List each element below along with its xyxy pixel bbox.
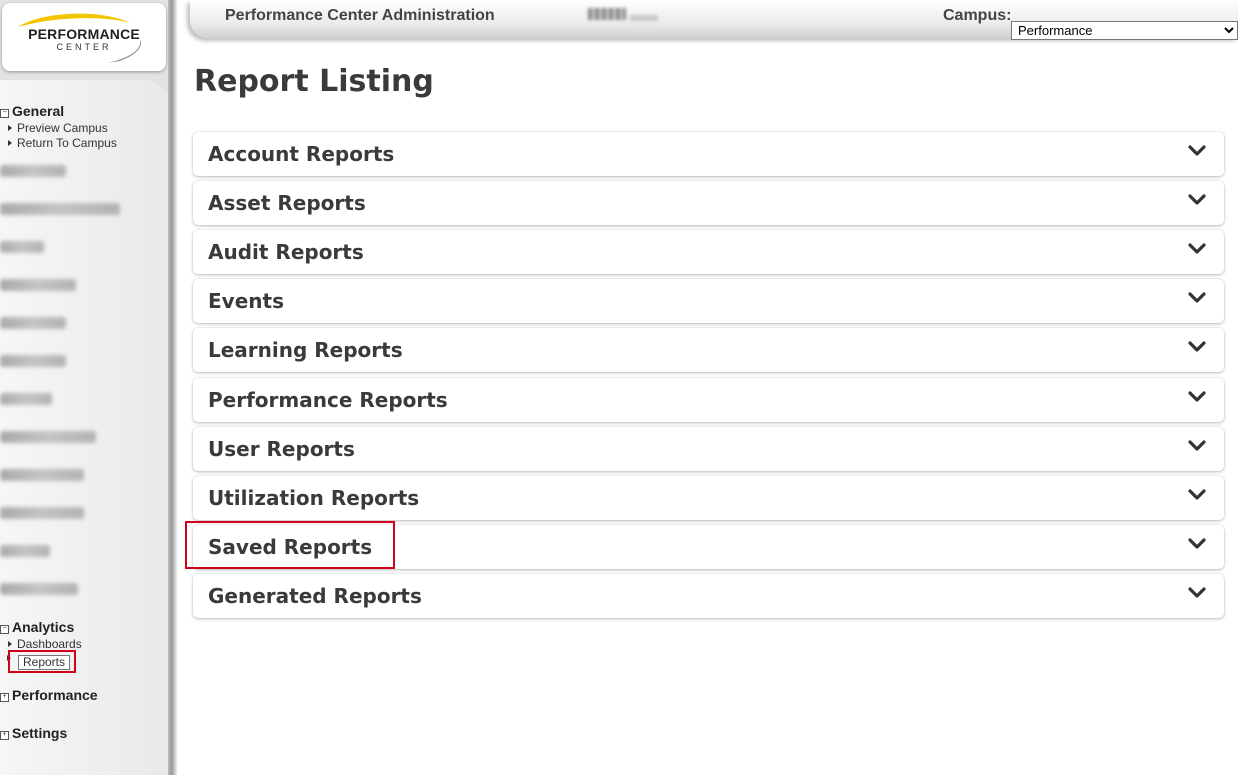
sidebar-group-label: General	[12, 103, 65, 119]
sidebar-item-reports[interactable]: Reports	[18, 655, 70, 670]
sidebar-group-settings[interactable]: + Settings	[0, 725, 67, 741]
accordion-panel-title: Saved Reports	[208, 535, 373, 559]
sidebar-group-label: Settings	[12, 725, 68, 741]
redacted-menu-group[interactable]	[0, 583, 78, 595]
sidebar-edge	[168, 0, 178, 775]
redacted-menu-group[interactable]	[0, 431, 96, 443]
performance-center-logo[interactable]: PERFORMANCE CENTER	[2, 3, 166, 71]
tree-toggle-icon[interactable]: +	[0, 693, 9, 702]
accordion-panel-title: Generated Reports	[208, 584, 422, 608]
accordion-panel-performance-reports[interactable]: Performance Reports	[193, 378, 1224, 422]
accordion-panel-audit-reports[interactable]: Audit Reports	[193, 230, 1224, 274]
campus-select[interactable]: Performance	[1011, 21, 1238, 40]
chevron-down-icon[interactable]	[1188, 440, 1206, 452]
redacted-menu-group[interactable]	[0, 241, 44, 253]
accordion-panel-events[interactable]: Events	[193, 279, 1224, 323]
redacted-menu-group[interactable]	[0, 203, 120, 215]
sidebar-item-dashboards[interactable]: Dashboards	[8, 637, 82, 651]
logo-sub-text: CENTER	[56, 42, 112, 52]
accordion-panel-generated-reports[interactable]: Generated Reports	[193, 574, 1224, 618]
accordion-panel-asset-reports[interactable]: Asset Reports	[193, 181, 1224, 225]
sidebar-item-label: Dashboards	[17, 637, 82, 651]
page-title: Report Listing	[194, 64, 434, 99]
redacted-menu-group[interactable]	[0, 317, 66, 329]
accordion-panel-learning-reports[interactable]: Learning Reports	[193, 328, 1224, 372]
redacted-menu-group[interactable]	[0, 355, 66, 367]
accordion-panel-title: Asset Reports	[208, 191, 366, 215]
accordion-panel-title: Performance Reports	[208, 388, 448, 412]
sidebar-group-analytics[interactable]: − Analytics	[0, 619, 74, 635]
sidebar: PERFORMANCE CENTER − General Preview Camp…	[0, 0, 178, 775]
accordion-panel-saved-reports[interactable]: Saved Reports	[193, 525, 1224, 569]
accordion-panel-title: User Reports	[208, 437, 355, 461]
redacted-menu-group[interactable]	[0, 279, 76, 291]
accordion-panel-title: Account Reports	[208, 142, 395, 166]
campus-label: Campus:	[943, 7, 1012, 24]
sidebar-item-preview-campus[interactable]: Preview Campus	[8, 121, 108, 135]
top-header-bar: Performance Center Administration Campus…	[190, 0, 1238, 40]
sidebar-group-performance[interactable]: + Performance	[0, 687, 98, 703]
accordion-panel-title: Utilization Reports	[208, 486, 420, 510]
redacted-menu-group[interactable]	[0, 507, 84, 519]
chevron-down-icon[interactable]	[1188, 391, 1206, 403]
sidebar-group-label: Analytics	[12, 619, 75, 635]
redacted-menu-group[interactable]	[0, 393, 52, 405]
redacted-menu-group[interactable]	[0, 469, 84, 481]
chevron-down-icon[interactable]	[1188, 341, 1206, 353]
chevron-down-icon[interactable]	[1188, 194, 1206, 206]
tree-toggle-icon[interactable]: −	[0, 625, 9, 634]
redacted-header-text	[630, 15, 658, 21]
accordion-panel-title: Learning Reports	[208, 338, 403, 362]
sidebar-group-label: Performance	[12, 687, 98, 703]
chevron-down-icon[interactable]	[1188, 538, 1206, 550]
chevron-down-icon[interactable]	[1188, 489, 1206, 501]
sidebar-item-label: Preview Campus	[17, 121, 108, 135]
sidebar-item-label: Return To Campus	[17, 136, 117, 150]
bullet-triangle-icon	[8, 140, 12, 146]
header-title: Performance Center Administration	[225, 7, 495, 24]
sidebar-item-return-to-campus[interactable]: Return To Campus	[8, 136, 117, 150]
redacted-menu-group[interactable]	[0, 165, 66, 177]
sidebar-item-reports-highlight: Reports	[8, 650, 76, 673]
accordion-panel-account-reports[interactable]: Account Reports	[193, 132, 1224, 176]
bullet-triangle-icon	[8, 125, 12, 131]
tree-toggle-icon[interactable]: +	[0, 731, 9, 740]
accordion-panel-utilization-reports[interactable]: Utilization Reports	[193, 476, 1224, 520]
accordion-panel-title: Audit Reports	[208, 240, 364, 264]
bullet-triangle-icon	[8, 641, 12, 647]
chevron-down-icon[interactable]	[1188, 145, 1206, 157]
logo-main-text: PERFORMANCE	[28, 26, 140, 42]
accordion-panel-user-reports[interactable]: User Reports	[193, 427, 1224, 471]
chevron-down-icon[interactable]	[1188, 587, 1206, 599]
chevron-down-icon[interactable]	[1188, 292, 1206, 304]
sidebar-group-general[interactable]: − General	[0, 103, 64, 119]
chevron-down-icon[interactable]	[1188, 243, 1206, 255]
accordion-panel-title: Events	[208, 289, 284, 313]
redacted-menu-group[interactable]	[0, 545, 50, 557]
redacted-header-text	[588, 8, 626, 20]
tree-toggle-icon[interactable]: −	[0, 109, 9, 118]
